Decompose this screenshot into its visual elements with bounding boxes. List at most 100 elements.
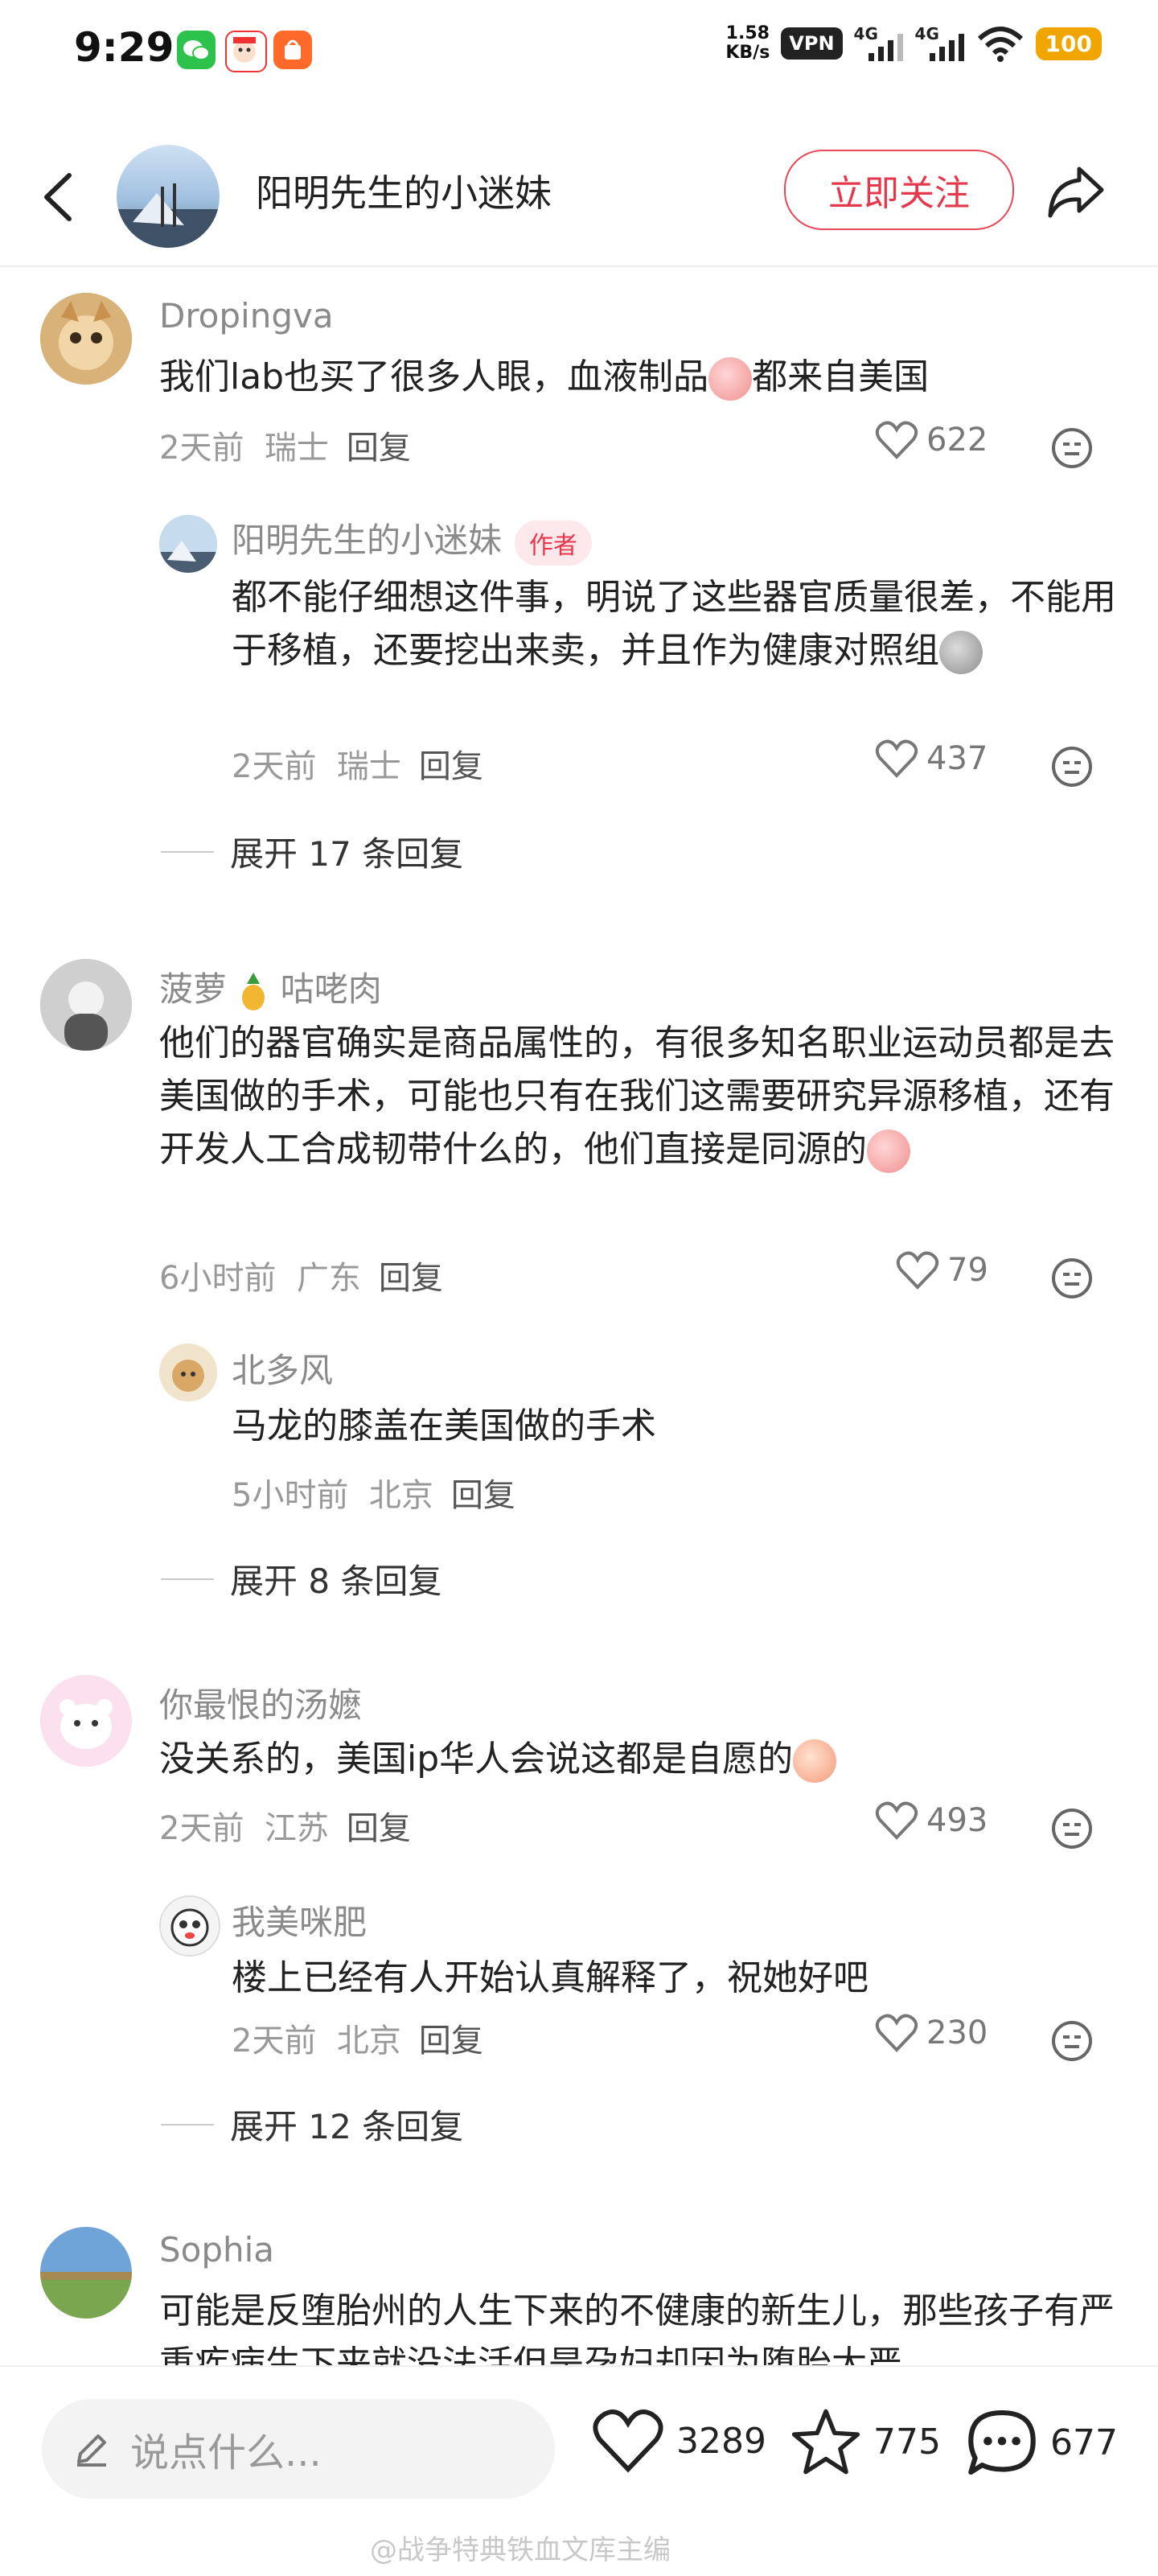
comment-input-placeholder: 说点什么... <box>130 2430 322 2475</box>
comment-text-part: 我们lab也买了很多人眼，血液制品 <box>159 356 709 397</box>
wifi-icon <box>977 27 1023 62</box>
comment-username[interactable]: 菠萝 咕咾肉 <box>159 962 382 1011</box>
reply-avatar[interactable] <box>159 1344 217 1401</box>
comment-bubble-icon <box>968 2409 1036 2475</box>
user-avatar[interactable] <box>40 959 132 1051</box>
comment-text-content: 没关系的，美国ip华人会说这都是自愿的 <box>159 1739 794 1780</box>
emoji-reaction-icon[interactable] <box>1050 2019 1094 2063</box>
like-count: 79 <box>947 1252 988 1289</box>
reply-meta: 2天前 北京 回复 <box>232 2014 483 2061</box>
share-icon[interactable] <box>1044 159 1108 224</box>
like-button[interactable]: 230 <box>875 2013 988 2053</box>
comment-input[interactable]: 说点什么... <box>42 2399 555 2499</box>
expand-replies-button[interactable]: 展开 8 条回复 <box>161 1554 441 1603</box>
author-badge: 作者 <box>515 520 593 566</box>
expand-replies-label: 展开 12 条回复 <box>230 2107 464 2146</box>
reply-location: 北京 <box>336 2023 401 2060</box>
heart-icon <box>875 2014 918 2052</box>
comment-text-content: 他们的器官确实是商品属性的，有很多知名职业运动员都是去美国做的手术，可能也只有在… <box>159 1023 1115 1170</box>
comment-time: 2天前 <box>159 430 244 467</box>
star-icon <box>791 2409 860 2475</box>
network-speed-unit: KB/s <box>725 43 770 63</box>
reply-username[interactable]: 北多风 <box>232 1344 333 1393</box>
heart-icon <box>593 2409 663 2473</box>
reply-avatar[interactable] <box>159 515 217 573</box>
favorite-count: 775 <box>873 2421 941 2463</box>
signal-icon: 4G <box>854 24 904 63</box>
reply-avatar[interactable] <box>159 1895 220 1957</box>
expand-replies-button[interactable]: 展开 12 条回复 <box>161 2100 463 2149</box>
username-part: 菠萝 <box>159 969 228 1009</box>
comment-location: 广东 <box>296 1260 361 1297</box>
reply-username[interactable]: 阳明先生的小迷妹 作者 <box>232 513 593 566</box>
user-avatar[interactable] <box>40 2227 132 2319</box>
reply-button[interactable]: 回复 <box>347 430 411 467</box>
pen-icon <box>77 2434 106 2467</box>
comment-item: Sophia 可能是反堕胎州的人生下来的不健康的新生儿，那些孩子有严重疾病生下来… <box>0 2227 1158 2365</box>
author-name[interactable]: 阳明先生的小迷妹 <box>256 164 552 217</box>
comment-username[interactable]: 你最恨的汤嬷 <box>159 1678 362 1727</box>
heart-icon <box>875 1801 918 1840</box>
author-avatar[interactable] <box>117 145 220 248</box>
comment-time: 6小时前 <box>159 1260 277 1297</box>
heart-icon <box>896 1251 939 1290</box>
like-count: 437 <box>926 740 988 777</box>
pineapple-emoji-icon <box>237 972 269 1011</box>
vpn-badge: VPN <box>781 27 843 60</box>
comment-text: 他们的器官确实是商品属性的，有很多知名职业运动员都是去美国做的手术，可能也只有在… <box>159 1017 1120 1176</box>
comment-count: 677 <box>1050 2422 1118 2463</box>
reply-location: 北京 <box>368 1477 433 1514</box>
crying-emoji-icon <box>867 1130 910 1173</box>
reply-username[interactable]: 我美咪肥 <box>232 1895 367 1944</box>
network-speed-value: 1.58 <box>725 23 770 43</box>
reply-button[interactable]: 回复 <box>419 748 483 785</box>
emoji-reaction-icon[interactable] <box>1050 1257 1094 1300</box>
comment-username[interactable]: Sophia <box>159 2230 274 2269</box>
bottom-action-bar: 说点什么... 3289 775 677 @战争特典铁血文库主编 <box>0 2365 1158 2576</box>
like-button[interactable]: 79 <box>896 1250 988 1290</box>
peach-emoji-icon <box>793 1739 837 1783</box>
like-button[interactable]: 437 <box>875 739 988 779</box>
comment-meta: 2天前 瑞士 回复 <box>159 422 411 468</box>
battery-indicator: 100 <box>1035 27 1102 60</box>
reply-time: 2天前 <box>232 748 317 785</box>
reply-text-content: 都不能仔细想这件事，明说了这些器官质量很差，不能用于移植，还要挖出来卖，并且作为… <box>232 577 1116 671</box>
status-bar: 9:29 1.58 KB/s VPN 4G 4G 100 <box>0 0 1158 105</box>
favorite-button[interactable]: 775 <box>790 2407 941 2476</box>
reply-button[interactable]: 回复 <box>451 1477 515 1514</box>
emoji-reaction-icon[interactable] <box>1050 426 1094 470</box>
emoji-reaction-icon[interactable] <box>1050 1807 1094 1850</box>
heart-icon <box>875 739 918 778</box>
reply-text: 楼上已经有人开始认真解释了，祝她好吧 <box>232 1957 868 1998</box>
comment-item: Dropingva 我们lab也买了很多人眼，血液制品 都来自美国 2天前 瑞士回… <box>0 293 1158 904</box>
comment-username[interactable]: Dropingva <box>159 296 334 335</box>
reply-button[interactable]: 回复 <box>379 1260 443 1297</box>
back-arrow-icon[interactable] <box>39 169 79 225</box>
username-part: 咕咾肉 <box>280 969 382 1009</box>
reply-button[interactable]: 回复 <box>347 1810 411 1847</box>
like-post-button[interactable]: 3289 <box>591 2407 766 2475</box>
reply-meta: 2天前 瑞士 回复 <box>232 740 483 787</box>
like-button[interactable]: 493 <box>875 1800 988 1841</box>
follow-button[interactable]: 立即关注 <box>784 150 1014 230</box>
heart-icon <box>875 421 918 459</box>
reply-time: 2天前 <box>232 2023 317 2060</box>
expand-replies-button[interactable]: 展开 17 条回复 <box>161 827 463 876</box>
like-count: 230 <box>926 2014 988 2051</box>
emoji-reaction-icon[interactable] <box>1050 745 1094 788</box>
comment-location: 江苏 <box>264 1810 329 1847</box>
comment-meta: 6小时前 广东 回复 <box>159 1252 443 1298</box>
like-count: 622 <box>926 422 988 459</box>
reply-button[interactable]: 回复 <box>419 2023 483 2060</box>
post-like-count: 3289 <box>676 2420 766 2462</box>
network-speed: 1.58 KB/s <box>725 24 770 63</box>
status-time: 9:29 <box>74 24 175 71</box>
crying-emoji-icon <box>708 357 753 401</box>
comment-text: 可能是反堕胎州的人生下来的不健康的新生儿，那些孩子有严重疾病生下来就没法活但是孕… <box>159 2290 1115 2365</box>
like-button[interactable]: 622 <box>875 420 988 460</box>
comments-button[interactable]: 677 <box>965 2407 1118 2478</box>
reply-username-text: 阳明先生的小迷妹 <box>232 521 503 560</box>
user-avatar[interactable] <box>40 293 132 385</box>
user-avatar[interactable] <box>40 1675 132 1767</box>
post-header: 阳明先生的小迷妹 立即关注 <box>0 129 1158 267</box>
